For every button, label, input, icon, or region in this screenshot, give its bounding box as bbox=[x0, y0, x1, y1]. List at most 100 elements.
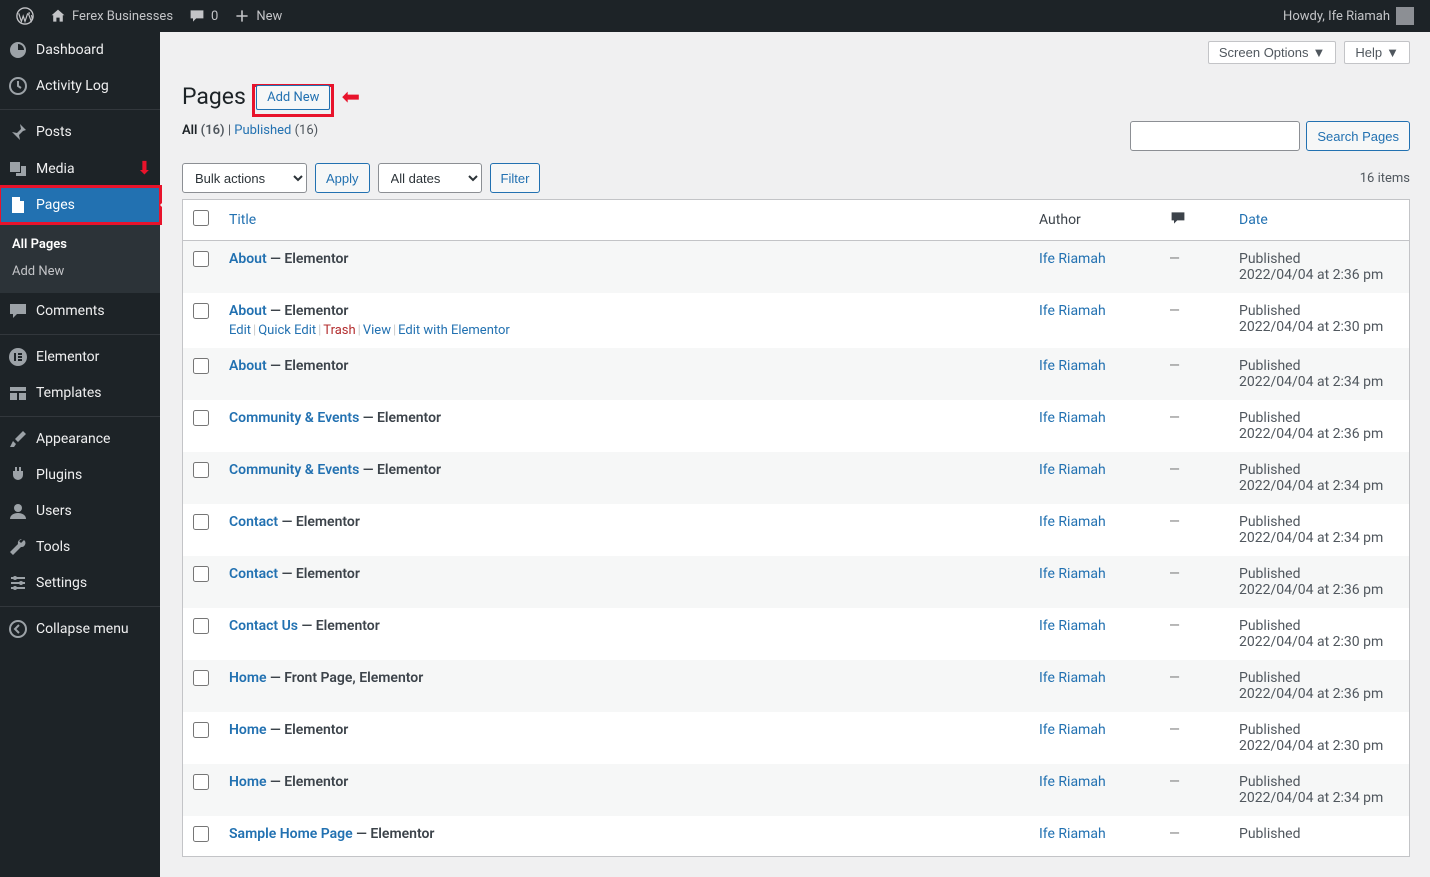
screen-options-button[interactable]: Screen Options ▼ bbox=[1208, 41, 1336, 64]
annotation-arrow-down: ⬇ bbox=[137, 158, 152, 179]
add-new-button[interactable]: Add New bbox=[256, 85, 330, 110]
date-filter-select[interactable]: All dates bbox=[378, 163, 482, 193]
page-title-link[interactable]: Contact Us bbox=[229, 618, 298, 634]
page-title-link[interactable]: About bbox=[229, 303, 267, 319]
row-checkbox[interactable] bbox=[193, 670, 209, 686]
author-link[interactable]: Ife Riamah bbox=[1039, 358, 1106, 374]
elementor-icon bbox=[8, 347, 28, 367]
post-state: — Elementor bbox=[282, 514, 360, 530]
new-content-link[interactable]: New bbox=[226, 0, 290, 32]
sidebar-item-media[interactable]: Media ⬇ bbox=[0, 150, 160, 187]
sidebar-item-settings[interactable]: Settings bbox=[0, 565, 160, 601]
row-checkbox[interactable] bbox=[193, 358, 209, 374]
apply-button[interactable]: Apply bbox=[315, 163, 370, 193]
sidebar-item-users[interactable]: Users bbox=[0, 493, 160, 529]
author-link[interactable]: Ife Riamah bbox=[1039, 410, 1106, 426]
page-title-link[interactable]: Home bbox=[229, 670, 267, 686]
column-title-sort[interactable]: Title bbox=[229, 212, 256, 228]
filter-published-link[interactable]: Published (16) bbox=[234, 123, 318, 138]
page-title-link[interactable]: About bbox=[229, 358, 267, 374]
author-link[interactable]: Ife Riamah bbox=[1039, 462, 1106, 478]
author-link[interactable]: Ife Riamah bbox=[1039, 618, 1106, 634]
sidebar-item-comments[interactable]: Comments bbox=[0, 293, 160, 329]
sidebar-sub-add-new[interactable]: Add New bbox=[0, 258, 160, 285]
row-checkbox[interactable] bbox=[193, 410, 209, 426]
comments-link[interactable]: 0 bbox=[181, 0, 226, 32]
bulk-actions-select[interactable]: Bulk actions bbox=[182, 163, 307, 193]
comment-icon bbox=[189, 8, 205, 24]
page-title-link[interactable]: Contact bbox=[229, 514, 278, 530]
trash-link[interactable]: Trash bbox=[323, 323, 355, 338]
quick-edit-link[interactable]: Quick Edit bbox=[258, 323, 316, 338]
sidebar-item-plugins[interactable]: Plugins bbox=[0, 457, 160, 493]
site-name-link[interactable]: Ferex Businesses bbox=[42, 0, 181, 32]
author-link[interactable]: Ife Riamah bbox=[1039, 774, 1106, 790]
row-checkbox[interactable] bbox=[193, 566, 209, 582]
author-link[interactable]: Ife Riamah bbox=[1039, 514, 1106, 530]
sidebar-item-elementor[interactable]: Elementor bbox=[0, 339, 160, 375]
sidebar-item-posts[interactable]: Posts bbox=[0, 114, 160, 150]
sidebar-item-templates[interactable]: Templates bbox=[0, 375, 160, 411]
page-title-link[interactable]: Home bbox=[229, 774, 267, 790]
sidebar-sub-all-pages[interactable]: All Pages bbox=[0, 231, 160, 258]
no-comments-dash: — bbox=[1169, 670, 1180, 686]
author-link[interactable]: Ife Riamah bbox=[1039, 826, 1106, 842]
edit-link[interactable]: Edit bbox=[229, 323, 251, 338]
status-filter-links: All (16) | Published (16) bbox=[182, 123, 318, 138]
sidebar-item-tools[interactable]: Tools bbox=[0, 529, 160, 565]
clock-icon bbox=[8, 76, 28, 96]
annotation-arrow-left: ⬅ bbox=[342, 85, 360, 110]
my-account-link[interactable]: Howdy, Ife Riamah bbox=[1275, 0, 1422, 32]
column-date-sort[interactable]: Date bbox=[1239, 212, 1268, 228]
edit-elementor-link[interactable]: Edit with Elementor bbox=[398, 323, 510, 338]
sidebar-item-dashboard[interactable]: Dashboard bbox=[0, 32, 160, 68]
select-all-checkbox[interactable] bbox=[193, 210, 209, 226]
search-button[interactable]: Search Pages bbox=[1306, 121, 1410, 151]
row-checkbox[interactable] bbox=[193, 251, 209, 267]
table-row: Home — ElementorIfe Riamah—Published2022… bbox=[183, 764, 1409, 816]
sidebar-collapse[interactable]: Collapse menu bbox=[0, 611, 160, 647]
item-count: 16 items bbox=[1360, 171, 1410, 186]
content-area: Screen Options ▼ Help ▼ Pages Add New ⬅ … bbox=[160, 0, 1430, 857]
sidebar-item-appearance[interactable]: Appearance bbox=[0, 421, 160, 457]
page-title-link[interactable]: Home bbox=[229, 722, 267, 738]
row-checkbox[interactable] bbox=[193, 722, 209, 738]
row-checkbox[interactable] bbox=[193, 462, 209, 478]
no-comments-dash: — bbox=[1169, 514, 1180, 530]
author-link[interactable]: Ife Riamah bbox=[1039, 303, 1106, 319]
page-title-link[interactable]: Community & Events bbox=[229, 410, 359, 426]
author-link[interactable]: Ife Riamah bbox=[1039, 251, 1106, 267]
date-cell: Published2022/04/04 at 2:34 pm bbox=[1229, 348, 1409, 400]
sidebar-item-pages[interactable]: Pages bbox=[0, 187, 160, 223]
new-label: New bbox=[256, 9, 282, 24]
row-checkbox[interactable] bbox=[193, 826, 209, 842]
row-checkbox[interactable] bbox=[193, 303, 209, 319]
page-title-link[interactable]: Community & Events bbox=[229, 462, 359, 478]
search-input[interactable] bbox=[1130, 121, 1300, 151]
page-title-link[interactable]: Sample Home Page bbox=[229, 826, 353, 842]
row-checkbox[interactable] bbox=[193, 618, 209, 634]
post-state: — Elementor bbox=[356, 826, 434, 842]
search-box: Search Pages bbox=[1130, 121, 1410, 151]
table-row: Home — ElementorIfe Riamah—Published2022… bbox=[183, 712, 1409, 764]
author-link[interactable]: Ife Riamah bbox=[1039, 722, 1106, 738]
row-checkbox[interactable] bbox=[193, 514, 209, 530]
no-comments-dash: — bbox=[1169, 462, 1180, 478]
sidebar-item-activity[interactable]: Activity Log bbox=[0, 68, 160, 104]
view-link[interactable]: View bbox=[363, 323, 391, 338]
help-button[interactable]: Help ▼ bbox=[1344, 41, 1410, 64]
page-title-link[interactable]: About bbox=[229, 251, 267, 267]
author-link[interactable]: Ife Riamah bbox=[1039, 670, 1106, 686]
table-row: Community & Events — ElementorIfe Riamah… bbox=[183, 452, 1409, 504]
date-cell: Published2022/04/04 at 2:34 pm bbox=[1229, 504, 1409, 556]
wordpress-icon bbox=[16, 7, 34, 25]
filter-all-link[interactable]: All (16) bbox=[182, 123, 225, 138]
filter-button[interactable]: Filter bbox=[490, 163, 541, 193]
avatar bbox=[1396, 7, 1414, 25]
date-cell: Published2022/04/04 at 2:36 pm bbox=[1229, 241, 1409, 293]
date-cell: Published2022/04/04 at 2:30 pm bbox=[1229, 293, 1409, 348]
author-link[interactable]: Ife Riamah bbox=[1039, 566, 1106, 582]
row-checkbox[interactable] bbox=[193, 774, 209, 790]
wp-logo[interactable] bbox=[8, 0, 42, 32]
page-title-link[interactable]: Contact bbox=[229, 566, 278, 582]
